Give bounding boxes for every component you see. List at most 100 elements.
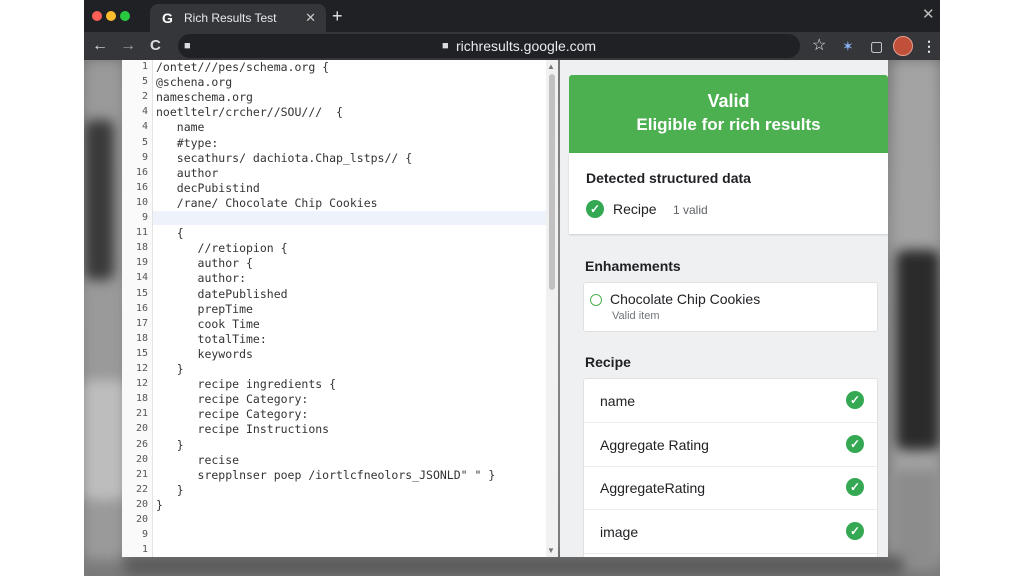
recipe-field-row[interactable]: name ✓ — [584, 379, 877, 423]
enhancements-title: Enhamements — [585, 258, 681, 274]
browser-toolbar: ← → C ■ ■ richresults.google.com ☆ ✶ ▢ ⋮ — [84, 32, 940, 60]
line-number: 20 — [135, 514, 148, 525]
recipe-field-row[interactable]: image ✓ — [584, 510, 877, 554]
extension-icon[interactable]: ✶ — [842, 36, 854, 56]
code-line: datePublished — [156, 286, 288, 301]
detected-count: 1 valid — [673, 203, 708, 217]
recipe-field-label: image — [600, 523, 639, 540]
code-line: @schena.org — [156, 75, 233, 90]
line-number: 21 — [135, 468, 148, 480]
code-line: /ontet///pes/schema.org { — [156, 60, 330, 74]
tab-close-icon[interactable]: ✕ — [305, 4, 316, 32]
line-number: 1 — [141, 544, 148, 556]
code-editor[interactable]: 1 5 2 4 4 5 9 16 16 10 9 11 18 19 14 15 16 17 18 15 12 12 18 21… — [122, 60, 558, 557]
recipe-field-row[interactable]: Aggregate Rating ✓ — [584, 423, 877, 467]
line-number: 4 — [141, 106, 148, 118]
detected-structured-data-card: Detected structured data ✓ Recipe 1 vali… — [569, 153, 888, 234]
detected-item-recipe[interactable]: Recipe — [613, 201, 657, 217]
line-number: 18 — [135, 393, 148, 405]
code-line: name — [156, 120, 205, 135]
line-number: 15 — [135, 347, 148, 359]
results-panel: Valid Eligible for rich results Detected… — [560, 60, 888, 557]
tab-rich-results-test[interactable]: G Rich Results Test ✕ — [150, 4, 326, 32]
enhancement-item-name: Chocolate Chip Cookies — [610, 291, 761, 307]
window-close-icon[interactable]: ✕ — [922, 5, 935, 23]
line-number: 16 — [135, 181, 148, 193]
recipe-field-row[interactable]: AggregateRating ✓ — [584, 466, 877, 510]
code-line: //retiopion { — [156, 241, 288, 256]
recipe-field-label: AggregateRating — [600, 480, 706, 496]
code-line: recise — [156, 452, 240, 467]
code-line: recipe Category: — [156, 392, 309, 407]
code-line: } — [156, 497, 163, 512]
secure-lock-icon: ■ — [442, 40, 449, 52]
code-line: } — [156, 362, 184, 376]
code-line: keywords — [156, 346, 253, 361]
code-line: nameschema.org — [156, 90, 253, 105]
line-number: 5 — [141, 136, 148, 148]
line-number: 10 — [135, 196, 148, 208]
check-icon: ✓ — [586, 200, 604, 218]
lock-icon: ■ — [184, 40, 191, 52]
google-icon: G — [162, 10, 173, 26]
reload-icon[interactable]: C — [150, 36, 161, 56]
bookmark-star-icon[interactable]: ☆ — [812, 36, 826, 56]
scroll-down-icon[interactable]: ▼ — [547, 546, 555, 555]
profile-avatar[interactable] — [893, 36, 913, 56]
line-number: 16 — [135, 302, 148, 314]
check-icon: ✓ — [846, 521, 864, 540]
maximize-window-dot[interactable] — [120, 11, 130, 21]
code-line: secathurs/ dachiota.Chap_lstps// { — [156, 150, 413, 165]
code-line: recipe ingredients { — [156, 377, 337, 392]
editor-scrollbar-thumb[interactable] — [549, 74, 555, 290]
minimize-window-dot[interactable] — [106, 11, 116, 21]
back-icon[interactable]: ← — [92, 36, 108, 56]
recipe-section-title: Recipe — [585, 354, 631, 370]
new-tab-button[interactable]: + — [332, 4, 343, 28]
line-number: 11 — [135, 227, 148, 239]
forward-icon[interactable]: → — [120, 36, 136, 56]
code-line: author { — [156, 256, 253, 271]
browser-titlebar: G Rich Results Test ✕ + ✕ — [84, 0, 940, 32]
line-number: 5 — [141, 76, 148, 88]
code-line: noetltelr/crcher//SOU/// { — [156, 105, 343, 120]
line-number: 21 — [135, 408, 148, 420]
recipe-field-label: Aggregate Rating — [600, 436, 709, 453]
code-line: recipe Category: — [156, 407, 309, 422]
line-number: 12 — [135, 363, 148, 374]
recipe-fields-list: name ✓ Aggregate Rating ✓ AggregateRating ✓ im… — [583, 378, 878, 557]
detected-title: Detected structured data — [586, 170, 751, 186]
line-number: 19 — [135, 257, 148, 269]
check-icon: ✓ — [846, 434, 864, 453]
code-line: #type: — [156, 135, 219, 150]
code-line: prepTime — [156, 301, 253, 316]
code-line: author: — [156, 271, 247, 286]
current-line-highlight — [153, 211, 548, 225]
scroll-up-icon[interactable]: ▲ — [547, 62, 555, 71]
code-line: } — [156, 482, 184, 497]
menu-icon[interactable]: ⋮ — [922, 36, 936, 56]
valid-banner: Valid Eligible for rich results — [569, 75, 888, 153]
recipe-field-label: name — [600, 393, 636, 409]
line-number: 15 — [135, 287, 148, 299]
side-panel-icon[interactable]: ▢ — [870, 36, 883, 56]
line-number: 9 — [141, 151, 148, 163]
line-number: 1 — [141, 61, 148, 72]
address-bar[interactable]: ■ ■ richresults.google.com — [178, 34, 800, 58]
enhancement-item-card[interactable]: Chocolate Chip Cookies Valid item — [583, 282, 878, 332]
code-line: author — [156, 165, 219, 180]
line-number: 9 — [141, 212, 148, 223]
code-line: recipe Instructions — [156, 422, 330, 437]
code-line: /rane/ Chocolate Chip Cookies — [156, 195, 378, 210]
close-window-dot[interactable] — [92, 11, 102, 21]
line-number: 14 — [135, 272, 148, 284]
address-url: richresults.google.com — [456, 38, 597, 54]
code-line: } — [156, 437, 184, 452]
line-number: 20 — [135, 423, 148, 435]
banner-status: Valid — [707, 91, 750, 111]
enhancement-item-status: Valid item — [612, 310, 660, 322]
code-line: totalTime: — [156, 331, 267, 346]
line-number: 18 — [135, 332, 148, 344]
line-number: 26 — [135, 438, 148, 450]
line-number: 12 — [135, 378, 148, 390]
